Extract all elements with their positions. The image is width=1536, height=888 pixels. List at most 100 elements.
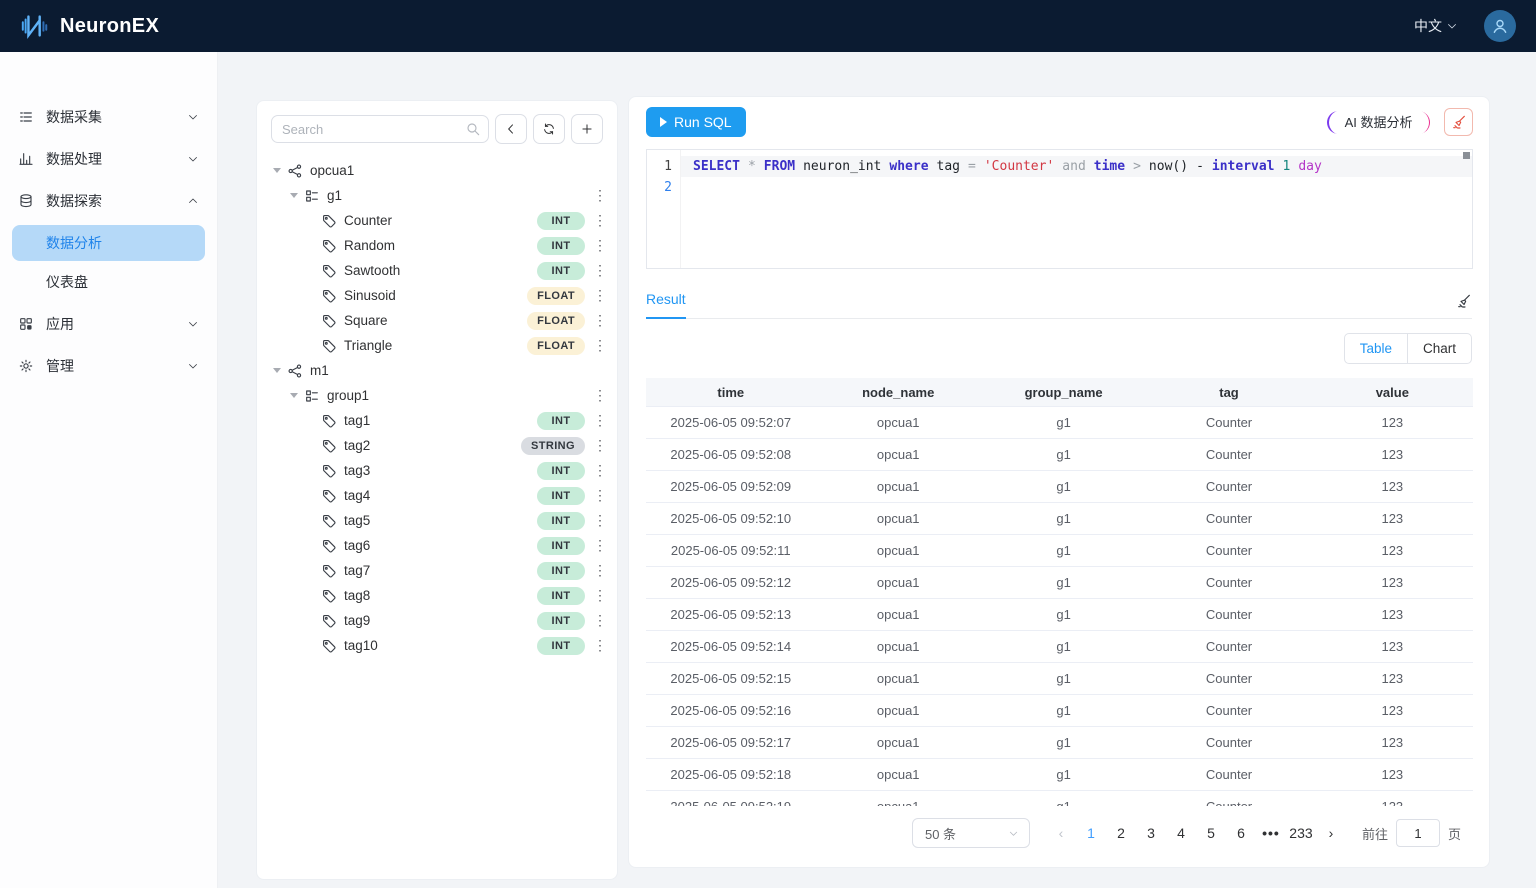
refresh-icon xyxy=(542,122,556,136)
type-badge: STRING xyxy=(521,437,585,455)
kebab-menu-icon[interactable]: ⋮ xyxy=(591,337,609,354)
sidebar-item-data-exploration[interactable]: 数据探索 xyxy=(0,180,217,222)
sidebar-item-data-processing[interactable]: 数据处理 xyxy=(0,138,217,180)
type-badge: FLOAT xyxy=(527,287,585,305)
kebab-menu-icon[interactable]: ⋮ xyxy=(591,287,609,304)
table-row: 2025-06-05 09:52:09 opcua1 g1 Counter 12… xyxy=(646,471,1473,503)
caret-down-icon[interactable] xyxy=(273,368,287,373)
kebab-menu-icon[interactable]: ⋮ xyxy=(591,387,609,404)
next-page-button[interactable]: › xyxy=(1317,819,1345,847)
table-row: 2025-06-05 09:52:13 opcua1 g1 Counter 12… xyxy=(646,599,1473,631)
type-badge: INT xyxy=(537,562,585,580)
page-button-1[interactable]: 1 xyxy=(1077,819,1105,847)
tag-icon xyxy=(321,538,337,554)
kebab-menu-icon[interactable]: ⋮ xyxy=(591,462,609,479)
avatar[interactable] xyxy=(1484,10,1516,42)
page-button-3[interactable]: 3 xyxy=(1137,819,1165,847)
more-pages-icon[interactable]: ••• xyxy=(1257,819,1285,847)
sidebar-item-data-collection[interactable]: 数据采集 xyxy=(0,96,217,138)
clear-editor-button[interactable] xyxy=(1444,108,1473,136)
kebab-menu-icon[interactable]: ⋮ xyxy=(591,562,609,579)
sidebar-item-dashboard[interactable]: 仪表盘 xyxy=(12,264,205,300)
tree-tag-row[interactable]: Sinusoid FLOAT ⋮ xyxy=(271,283,609,308)
kebab-menu-icon[interactable]: ⋮ xyxy=(591,487,609,504)
tree-tag-row[interactable]: tag9 INT ⋮ xyxy=(271,608,609,633)
toggle-table[interactable]: Table xyxy=(1345,334,1408,363)
type-badge: INT xyxy=(537,487,585,505)
type-badge: INT xyxy=(537,262,585,280)
collapse-panel-button[interactable] xyxy=(495,114,527,144)
type-badge: FLOAT xyxy=(527,337,585,355)
language-switcher[interactable]: 中文 xyxy=(1414,16,1458,36)
kebab-menu-icon[interactable]: ⋮ xyxy=(591,262,609,279)
kebab-menu-icon[interactable]: ⋮ xyxy=(591,537,609,554)
tree-tag-row[interactable]: tag6 INT ⋮ xyxy=(271,533,609,558)
result-table: time node_name group_name tag value 2025… xyxy=(646,378,1473,806)
brand-name: NeuronEX xyxy=(60,15,159,38)
editor-scrollbar-thumb[interactable] xyxy=(1463,152,1470,159)
caret-down-icon[interactable] xyxy=(273,168,287,173)
toggle-chart[interactable]: Chart xyxy=(1408,334,1471,363)
tag-label: tag7 xyxy=(344,563,370,578)
search-input[interactable] xyxy=(271,115,489,143)
refresh-button[interactable] xyxy=(533,114,565,144)
sidebar-item-management[interactable]: 管理 xyxy=(0,345,217,387)
caret-down-icon[interactable] xyxy=(290,393,304,398)
tree-group-row[interactable]: g1 ⋮ xyxy=(271,183,609,208)
chevron-down-icon xyxy=(187,360,199,372)
tree-tag-row[interactable]: tag5 INT ⋮ xyxy=(271,508,609,533)
type-badge: INT xyxy=(537,212,585,230)
kebab-menu-icon[interactable]: ⋮ xyxy=(591,612,609,629)
page-size-select[interactable]: 50 条 xyxy=(912,818,1030,848)
kebab-menu-icon[interactable]: ⋮ xyxy=(591,187,609,204)
caret-down-icon[interactable] xyxy=(290,193,304,198)
kebab-menu-icon[interactable]: ⋮ xyxy=(591,212,609,229)
tree-tag-row[interactable]: Sawtooth INT ⋮ xyxy=(271,258,609,283)
tab-result[interactable]: Result xyxy=(646,291,686,319)
tree-tag-row[interactable]: tag8 INT ⋮ xyxy=(271,583,609,608)
tag-icon xyxy=(321,463,337,479)
tree-tag-row[interactable]: Random INT ⋮ xyxy=(271,233,609,258)
tag-icon xyxy=(321,313,337,329)
tree-node-row[interactable]: opcua1 xyxy=(271,158,609,183)
tree-node-row[interactable]: m1 xyxy=(271,358,609,383)
kebab-menu-icon[interactable]: ⋮ xyxy=(591,412,609,429)
sql-line: SELECT*FROMneuron_intwheretag='Counter'a… xyxy=(681,156,1472,177)
page-button-last[interactable]: 233 xyxy=(1287,819,1315,847)
search-icon xyxy=(465,121,481,137)
column-header: group_name xyxy=(981,378,1146,406)
add-button[interactable] xyxy=(571,114,603,144)
page-button-4[interactable]: 4 xyxy=(1167,819,1195,847)
goto-page-input[interactable] xyxy=(1396,819,1440,847)
page-button-5[interactable]: 5 xyxy=(1197,819,1225,847)
tree-tag-row[interactable]: tag2 STRING ⋮ xyxy=(271,433,609,458)
run-sql-button[interactable]: Run SQL xyxy=(646,107,746,137)
tree-tag-row[interactable]: Counter INT ⋮ xyxy=(271,208,609,233)
tree-tag-row[interactable]: tag1 INT ⋮ xyxy=(271,408,609,433)
sidebar-item-applications[interactable]: 应用 xyxy=(0,303,217,345)
sql-editor[interactable]: 1 2 SELECT*FROMneuron_intwheretag='Count… xyxy=(646,149,1473,269)
kebab-menu-icon[interactable]: ⋮ xyxy=(591,587,609,604)
tag-icon xyxy=(321,338,337,354)
ai-analysis-button[interactable]: AI 数据分析 xyxy=(1327,111,1430,134)
goto-label: 前往 xyxy=(1362,824,1388,843)
sidebar-item-data-analysis[interactable]: 数据分析 xyxy=(12,225,205,261)
tree-tag-row[interactable]: Square FLOAT ⋮ xyxy=(271,308,609,333)
kebab-menu-icon[interactable]: ⋮ xyxy=(591,637,609,654)
tree-tag-row[interactable]: tag10 INT ⋮ xyxy=(271,633,609,658)
kebab-menu-icon[interactable]: ⋮ xyxy=(591,237,609,254)
tree-group-row[interactable]: group1 ⋮ xyxy=(271,383,609,408)
prev-page-button[interactable]: ‹ xyxy=(1047,819,1075,847)
tree-tag-row[interactable]: tag3 INT ⋮ xyxy=(271,458,609,483)
kebab-menu-icon[interactable]: ⋮ xyxy=(591,512,609,529)
tag-label: Random xyxy=(344,238,395,253)
column-header: node_name xyxy=(816,378,981,406)
tree-tag-row[interactable]: tag7 INT ⋮ xyxy=(271,558,609,583)
tree-tag-row[interactable]: tag4 INT ⋮ xyxy=(271,483,609,508)
tree-tag-row[interactable]: Triangle FLOAT ⋮ xyxy=(271,333,609,358)
kebab-menu-icon[interactable]: ⋮ xyxy=(591,437,609,454)
page-button-2[interactable]: 2 xyxy=(1107,819,1135,847)
kebab-menu-icon[interactable]: ⋮ xyxy=(591,312,609,329)
clear-result-button[interactable] xyxy=(1456,293,1472,317)
page-button-6[interactable]: 6 xyxy=(1227,819,1255,847)
